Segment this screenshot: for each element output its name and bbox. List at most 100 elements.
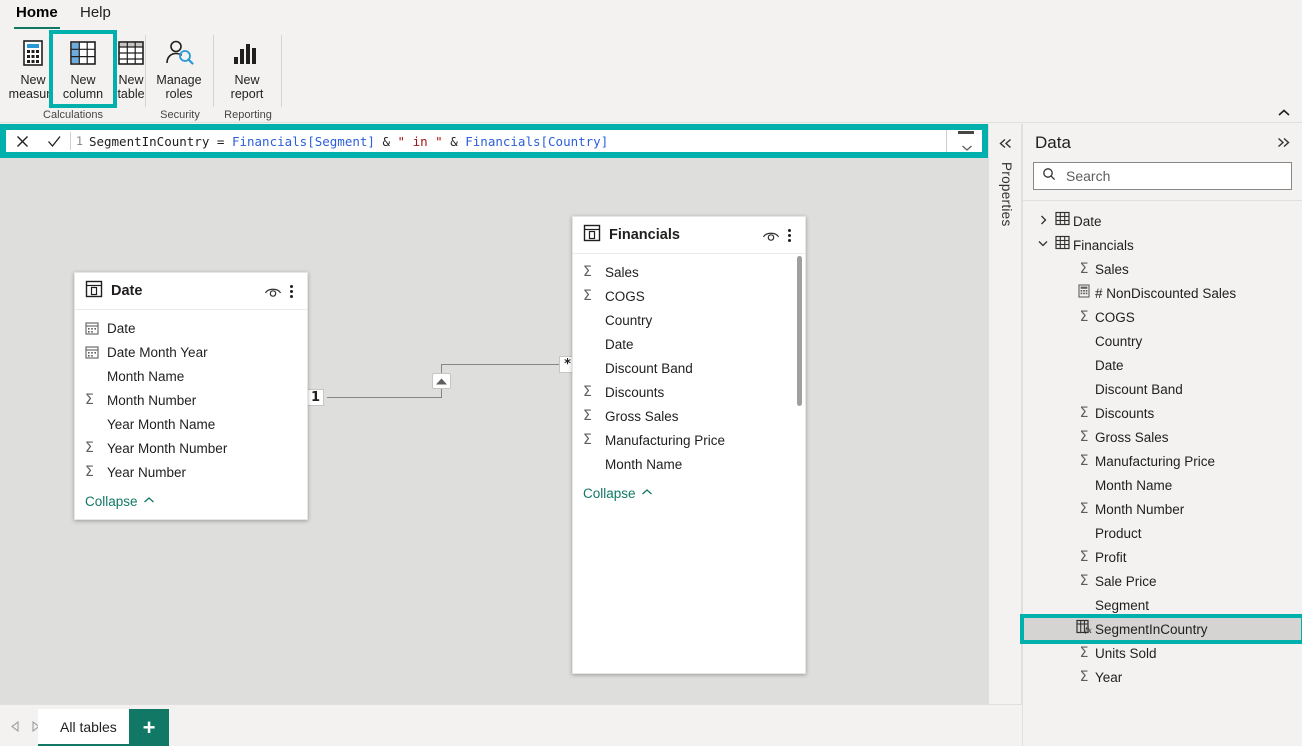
data-pane-item-date[interactable]: Date (1023, 209, 1302, 233)
page-tab-label: All tables (60, 718, 117, 735)
chevron-down-icon[interactable] (961, 139, 973, 157)
table-card-financials-collapse[interactable]: Collapse (573, 480, 805, 506)
formula-resize-handle[interactable] (958, 131, 974, 134)
data-pane-item-gross-sales[interactable]: Σ Gross Sales (1023, 425, 1302, 449)
table-card-financials-header[interactable]: Financials (573, 217, 805, 254)
data-pane-item-month-name[interactable]: Month Name (1023, 473, 1302, 497)
more-options-icon[interactable] (781, 225, 797, 245)
new-report-button[interactable]: New report (216, 33, 278, 105)
data-pane-item-label: Sale Price (1095, 573, 1157, 589)
data-pane-item-label: Financials (1073, 237, 1134, 253)
data-pane-field-list: Date Financials Σ Sales # NonDiscounted Sale… (1020, 201, 1302, 689)
properties-pane-collapsed[interactable]: Properties (988, 124, 1022, 704)
hide-eye-icon[interactable] (761, 225, 781, 245)
field-row[interactable]: Month Name (573, 452, 805, 476)
manage-roles-button[interactable]: Manage roles (148, 33, 210, 105)
data-pane-item-segmentincountry[interactable]: fx SegmentInCountry (1020, 614, 1302, 644)
data-pane-item-discount-band[interactable]: Discount Band (1023, 377, 1302, 401)
relationship-line-segment (441, 364, 567, 365)
data-pane-item-label: Year (1095, 669, 1123, 685)
data-pane-item-label: Date (1073, 213, 1102, 229)
page-tab-all-tables[interactable]: All tables (38, 709, 139, 746)
formula-commit-button[interactable] (38, 130, 70, 152)
data-pane-item-manufacturing-price[interactable]: Σ Manufacturing Price (1023, 449, 1302, 473)
sigma-icon: Σ (85, 440, 94, 456)
field-row[interactable]: Σ Gross Sales (573, 404, 805, 428)
field-row[interactable]: Σ Manufacturing Price (573, 428, 805, 452)
data-pane-item-cogs[interactable]: Σ COGS (1023, 305, 1302, 329)
table-card-date[interactable]: Date Date Date Month Year Month Name Σ M… (74, 272, 308, 520)
properties-pane-label: Properties (999, 162, 1014, 227)
field-row[interactable]: Date Month Year (75, 340, 307, 364)
data-pane-item-profit[interactable]: Σ Profit (1023, 545, 1302, 569)
table-card-date-collapse[interactable]: Collapse (75, 488, 307, 514)
collapse-label: Collapse (85, 493, 138, 509)
field-row[interactable]: Σ Month Number (75, 388, 307, 412)
new-column-icon (68, 36, 98, 70)
field-row[interactable]: Date (573, 332, 805, 356)
data-pane-item-year[interactable]: Σ Year (1023, 665, 1302, 689)
data-pane-item-discounts[interactable]: Σ Discounts (1023, 401, 1302, 425)
tab-help[interactable]: Help (74, 2, 117, 29)
field-row[interactable]: Σ COGS (573, 284, 805, 308)
field-row[interactable]: Σ Year Month Number (75, 436, 307, 460)
table-card-financials-title: Financials (609, 227, 680, 243)
data-pane-item-country[interactable]: Country (1023, 329, 1302, 353)
data-pane-item-month-number[interactable]: Σ Month Number (1023, 497, 1302, 521)
data-pane-item-label: # NonDiscounted Sales (1095, 285, 1237, 301)
data-pane-item-label: Discount Band (1095, 381, 1183, 397)
sigma-icon: Σ (1079, 501, 1089, 517)
formula-cancel-button[interactable] (6, 130, 38, 152)
chevron-up-icon[interactable] (1274, 107, 1294, 125)
data-pane-search-wrapper (1023, 162, 1302, 201)
triangle-left-icon[interactable] (6, 717, 24, 735)
cross-filter-arrow-icon[interactable] (432, 373, 451, 389)
field-label: Sales (605, 264, 639, 280)
tab-home[interactable]: Home (10, 2, 64, 29)
data-pane-item-label: COGS (1095, 309, 1135, 325)
data-pane-item-product[interactable]: Product (1023, 521, 1302, 545)
search-box[interactable] (1033, 162, 1292, 190)
chevron-down-icon[interactable] (1035, 239, 1051, 251)
relationship-cardinality-one[interactable]: 1 (307, 389, 324, 406)
field-row[interactable]: Σ Discounts (573, 380, 805, 404)
field-row[interactable]: Month Name (75, 364, 307, 388)
table-card-date-fields: Date Date Month Year Month Name Σ Month … (75, 310, 307, 514)
add-page-button[interactable]: + (129, 709, 169, 746)
table-card-date-header[interactable]: Date (75, 273, 307, 310)
field-row[interactable]: Discount Band (573, 356, 805, 380)
data-pane-item-label: Segment (1095, 597, 1150, 613)
sigma-icon: Σ (583, 432, 592, 448)
data-pane-item-financials[interactable]: Financials (1023, 233, 1302, 257)
data-pane-item-units-sold[interactable]: Σ Units Sold (1023, 641, 1302, 665)
sigma-icon: Σ (583, 288, 592, 304)
field-row[interactable]: Country (573, 308, 805, 332)
chevron-double-left-icon[interactable] (999, 138, 1012, 152)
formula-input-area[interactable]: 1 SegmentInCountry = Financials[Segment]… (6, 130, 982, 152)
formula-expression[interactable]: SegmentInCountry = Financials[Segment] &… (89, 134, 982, 149)
new-table-icon (116, 36, 146, 70)
field-row[interactable]: Date (75, 316, 307, 340)
formula-token-amp1: & (374, 133, 398, 149)
field-row[interactable]: Σ Sales (573, 260, 805, 284)
tab-help-label: Help (80, 4, 111, 21)
data-pane-item-segment[interactable]: Segment (1023, 593, 1302, 617)
checkmark-icon (47, 135, 61, 147)
data-pane: Data DateFinancialsΣSales# NonDiscount (1020, 124, 1302, 746)
data-pane-item-sale-price[interactable]: Σ Sale Price (1023, 569, 1302, 593)
search-input[interactable] (1064, 167, 1291, 185)
field-row[interactable]: Year Month Name (75, 412, 307, 436)
ribbon-group-calculations: New measure New column New table Calcula… (0, 29, 146, 123)
table-card-financials[interactable]: Financials Σ Sales Σ COGS Country Date D… (572, 216, 806, 674)
field-row[interactable]: Σ Year Number (75, 460, 307, 484)
field-label: Discounts (605, 384, 665, 400)
model-canvas[interactable]: 1 * Date Date Date Month Year Month Name… (0, 158, 988, 704)
data-pane-item-nondiscounted-sales[interactable]: # NonDiscounted Sales (1023, 281, 1302, 305)
data-pane-item-date[interactable]: Date (1023, 353, 1302, 377)
hide-eye-icon[interactable] (263, 281, 283, 301)
chevron-double-right-icon[interactable] (1277, 136, 1290, 151)
more-options-icon[interactable] (283, 281, 299, 301)
table-card-scrollbar[interactable] (797, 256, 802, 406)
chevron-right-icon[interactable] (1035, 215, 1051, 228)
data-pane-item-sales[interactable]: Σ Sales (1023, 257, 1302, 281)
